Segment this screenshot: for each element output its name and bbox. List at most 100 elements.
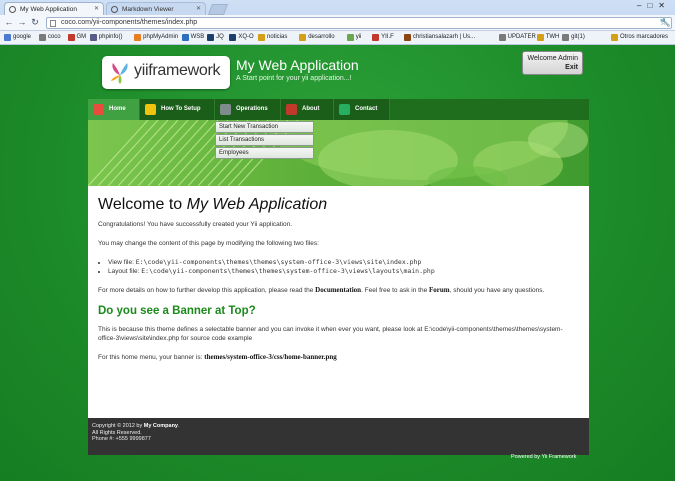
banner-explanation: This is because this theme defines a sel…: [98, 326, 563, 342]
bookmark-label: phpinfo(): [98, 34, 123, 40]
contact-icon: [339, 104, 350, 115]
exit-link[interactable]: Exit: [523, 63, 578, 72]
tab-my-web-application[interactable]: My Web Application ✕: [4, 2, 104, 15]
back-icon[interactable]: ←: [4, 17, 14, 27]
dropdown-item[interactable]: Start New Transaction: [215, 121, 314, 133]
details-text: For more details on how to further devel…: [98, 286, 579, 295]
tab-close-icon[interactable]: ✕: [196, 3, 201, 15]
menu-label: About: [302, 106, 320, 112]
bookmark-icon: [611, 34, 618, 41]
bookmark-item[interactable]: UPDATER: [498, 33, 536, 42]
bookmark-icon: [207, 34, 215, 41]
list-item: View file: E:\code\yii-components\themes…: [108, 258, 579, 267]
bookmark-label: YII.F: [381, 34, 394, 40]
bookmark-icon: [67, 34, 75, 41]
maximize-icon[interactable]: □: [647, 1, 658, 10]
view-file-path: E:\code\yii-components\themes\themes\sys…: [135, 258, 422, 266]
tab-close-icon[interactable]: ✕: [94, 3, 99, 15]
bookmark-label: christiansalazarh | Us...: [412, 34, 476, 40]
banner-heading: Do you see a Banner at Top?: [98, 305, 256, 317]
menu-item-contact[interactable]: Contact: [334, 99, 390, 120]
about-icon: [286, 104, 297, 115]
menu-label: Contact: [355, 106, 378, 112]
title-app-name: My Web Application: [186, 196, 328, 213]
bookmark-label: yii: [355, 34, 362, 40]
site-tagline: A Start point for your yii application..…: [236, 75, 352, 82]
bookmark-item[interactable]: GM: [67, 33, 87, 42]
bookmark-item[interactable]: phpMyAdmin: [134, 33, 178, 42]
bookmark-icon: [38, 34, 46, 41]
menu-item-how-to-setup[interactable]: How To Setup: [140, 99, 215, 120]
bookmark-item[interactable]: JQ: [207, 33, 224, 42]
tab-markdown-viewer[interactable]: Markdown Viewer ✕: [106, 2, 206, 15]
bookmark-item[interactable]: noticias: [258, 33, 287, 42]
bookmark-label: GM: [76, 34, 87, 40]
menu-item-operations[interactable]: Operations: [215, 99, 281, 120]
bookmark-label: JQ: [216, 34, 224, 40]
bookmark-item[interactable]: YII.F: [372, 33, 394, 42]
tab-strip: My Web Application ✕ Markdown Viewer ✕ –…: [0, 0, 675, 15]
new-tab-button[interactable]: [207, 4, 229, 15]
yii-logo[interactable]: yiiframework: [102, 56, 230, 89]
bookmarks-bar: google coco GM phpinfo() phpMyAdmin WSB JQ XQ-O…: [0, 31, 675, 45]
forum-link[interactable]: Forum: [429, 286, 450, 294]
bookmark-item[interactable]: phpinfo(): [89, 33, 123, 42]
bookmark-item[interactable]: git(1): [562, 33, 585, 42]
page-title: Welcome to My Web Application: [98, 196, 579, 214]
bookmark-icon: [4, 34, 11, 41]
bookmark-label: UPDATER: [507, 34, 536, 40]
dropdown-item[interactable]: List Transactions: [215, 134, 314, 146]
layout-file-path: E:\code\yii-components\themes\themes\sys…: [141, 267, 435, 275]
close-window-icon[interactable]: ✕: [658, 1, 671, 10]
wrench-icon[interactable]: 🔧: [660, 17, 671, 28]
bookmark-item[interactable]: coco: [38, 33, 61, 42]
tab-title: Markdown Viewer: [122, 6, 174, 13]
forward-icon[interactable]: →: [17, 17, 27, 27]
dropdown-item[interactable]: Employees: [215, 147, 314, 159]
list-item: Layout file: E:\code\yii-components\them…: [108, 267, 579, 276]
menu-label: Operations: [236, 106, 268, 112]
bookmark-item[interactable]: WSB: [181, 33, 204, 42]
details-part: , should you have any questions.: [449, 287, 545, 294]
window-controls: –□✕: [637, 1, 671, 10]
bookmark-icon: [372, 34, 380, 41]
bookmark-label: Otros marcadores: [620, 34, 669, 40]
home-banner-label: For this home menu, your banner is:: [98, 354, 203, 361]
bookmark-label: desarrollo: [308, 34, 335, 40]
menu-item-about[interactable]: About: [281, 99, 334, 120]
congrats-text: Congratulations! You have successfully c…: [98, 221, 293, 228]
bookmark-item[interactable]: XQ-O: [229, 33, 254, 42]
details-part: . Feel free to ask in the: [361, 287, 428, 294]
copyright-text: Copyright © 2012 by: [92, 423, 143, 429]
documentation-link[interactable]: Documentation: [315, 286, 361, 294]
powered-by-link[interactable]: Powered by Yii Framework: [511, 454, 576, 460]
bookmark-item[interactable]: desarrollo: [299, 33, 335, 42]
menu-item-home[interactable]: Home: [88, 99, 140, 120]
home-banner-info: For this home menu, your banner is: them…: [98, 353, 579, 362]
bookmark-label: phpMyAdmin: [143, 34, 179, 40]
modify-intro: You may change the content of this page …: [98, 240, 319, 247]
bookmark-icon: [346, 34, 354, 41]
address-bar[interactable]: coco.com/yii-components/themes/index.php…: [46, 17, 672, 29]
bookmark-item[interactable]: christiansalazarh | Us...: [403, 33, 476, 42]
title-prefix: Welcome to: [98, 196, 183, 213]
bookmark-icon: [134, 34, 142, 41]
reload-icon[interactable]: ↻: [30, 17, 40, 27]
bookmark-icon: [403, 34, 411, 41]
welcome-text: Welcome Admin: [527, 55, 578, 62]
tab-title: My Web Application: [20, 6, 77, 13]
minimize-icon[interactable]: –: [637, 1, 647, 10]
home-banner: [88, 120, 589, 186]
menu-label: How To Setup: [161, 106, 201, 112]
bookmark-label: git(1): [571, 34, 585, 40]
tab-favicon-icon: [9, 6, 16, 13]
bookmark-item[interactable]: yii: [346, 33, 362, 42]
bookmark-item[interactable]: TWH: [536, 33, 559, 42]
phone-text: Phone #: +555 9999877: [92, 436, 151, 442]
bookmark-item[interactable]: Otros marcadores: [611, 33, 668, 42]
home-banner-path: themes/system-office-3/css/home-banner.p…: [204, 353, 337, 361]
site-title: My Web Application: [236, 57, 359, 73]
details-part: For more details on how to further devel…: [98, 287, 314, 294]
yii-logo-icon: [111, 63, 128, 84]
bookmark-item[interactable]: google: [4, 33, 31, 42]
